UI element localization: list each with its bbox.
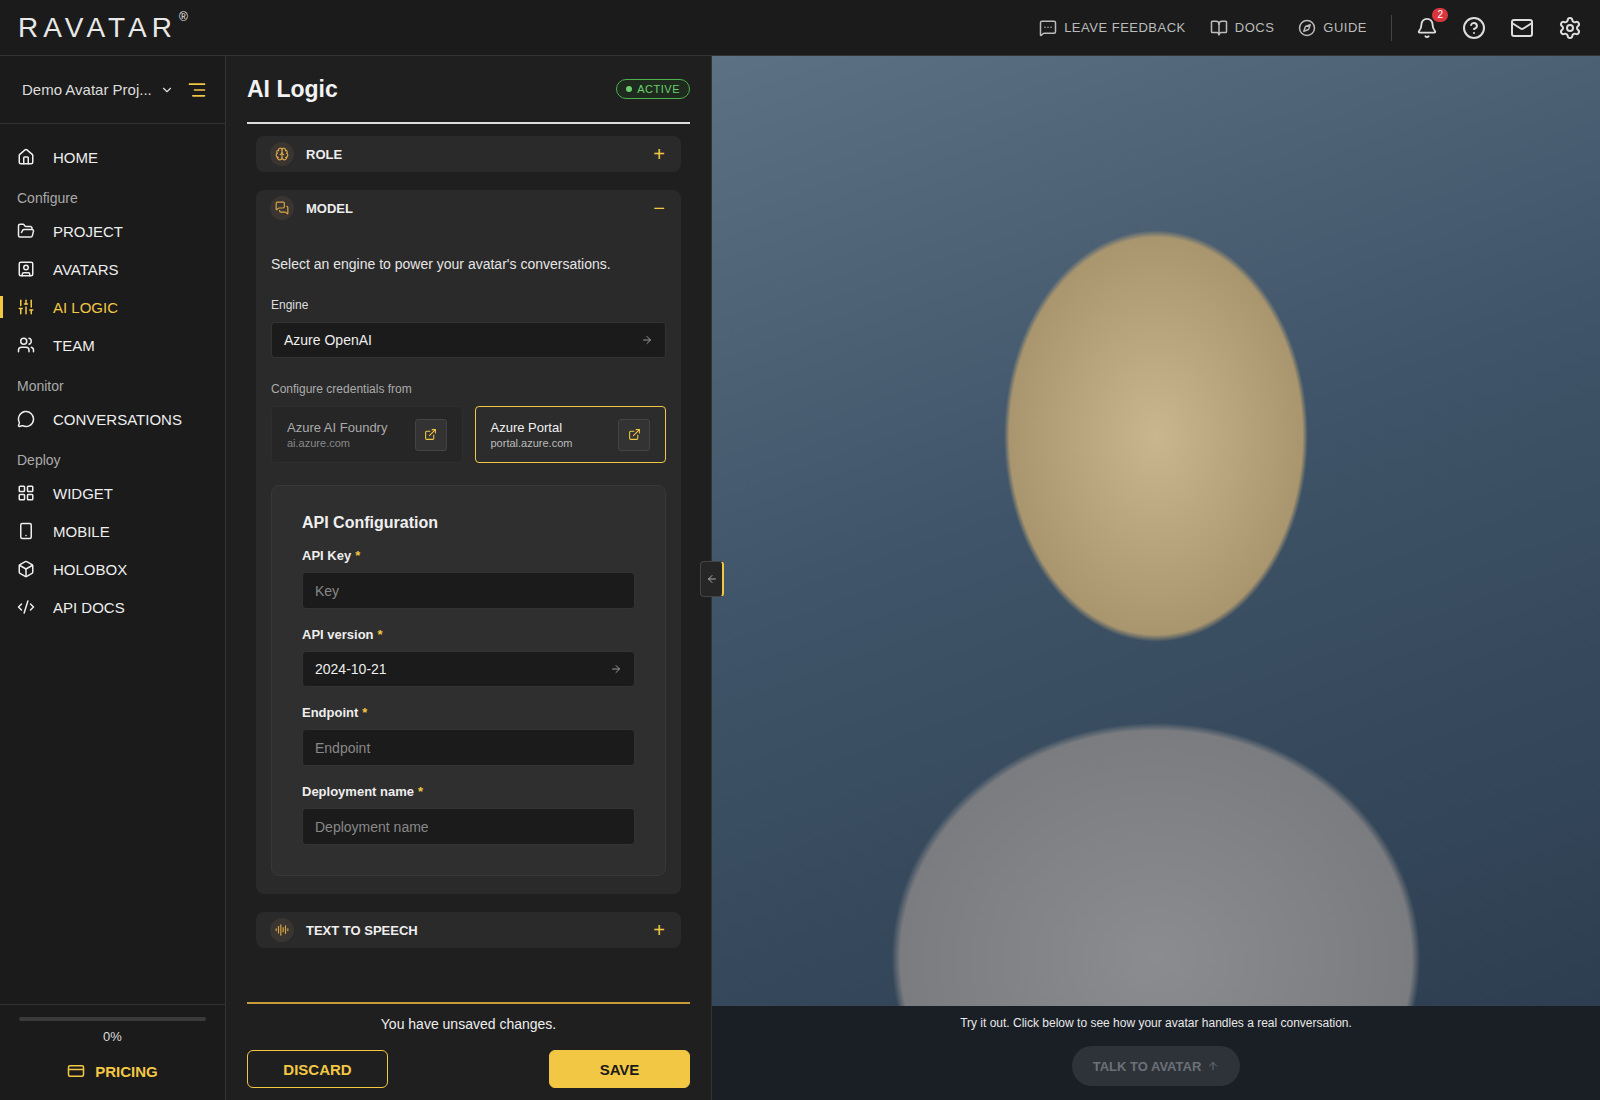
engine-select[interactable]: Azure OpenAI <box>271 322 666 358</box>
home-icon <box>17 148 35 166</box>
sidebar-item[interactable]: MOBILE <box>0 512 225 550</box>
sliders-icon <box>17 298 35 316</box>
arrow-up-icon <box>1207 1060 1219 1072</box>
phone-icon <box>17 522 35 540</box>
field-label: API version* <box>302 627 635 642</box>
sidebar-heading: Deploy <box>0 438 225 474</box>
chat-bubbles-icon <box>275 201 289 215</box>
description: Select an engine to power your avatar's … <box>271 256 666 272</box>
sidebar-item[interactable]: WIDGET <box>0 474 225 512</box>
project-selector[interactable]: Demo Avatar Proj... <box>22 81 174 98</box>
ai-logic-panel: AI Logic ACTIVE ROLE+ MODEL− Select an engin… <box>226 56 712 1100</box>
card-icon <box>67 1062 85 1080</box>
field-label: Engine <box>271 298 666 312</box>
code-icon <box>17 598 35 616</box>
section-header[interactable]: MODEL− <box>256 190 681 226</box>
arrow-right-icon <box>610 663 622 675</box>
section-header[interactable]: TEXT TO SPEECH+ <box>256 912 681 948</box>
menu-icon <box>187 80 207 100</box>
arrow-left-icon <box>706 573 718 585</box>
top-link[interactable]: GUIDE <box>1298 19 1367 37</box>
help-icon <box>1462 16 1486 40</box>
talk-button[interactable]: TALK TO AVATAR <box>1072 1046 1240 1086</box>
section-toggle[interactable]: + <box>653 143 665 166</box>
top-bar: RAVATAR® LEAVE FEEDBACK DOCS GUIDE 2 <box>0 0 1600 56</box>
section-toggle[interactable]: + <box>653 919 665 942</box>
sidebar-heading: Monitor <box>0 364 225 400</box>
discard-button[interactable]: DISCARD <box>247 1050 388 1088</box>
divider <box>1391 15 1392 41</box>
chat-icon <box>17 410 35 428</box>
mail-icon <box>1510 16 1534 40</box>
users-icon <box>17 336 35 354</box>
unsaved-message: You have unsaved changes. <box>381 1016 556 1032</box>
text-input[interactable] <box>302 729 635 766</box>
section-card: TEXT TO SPEECH+ <box>256 912 681 948</box>
user-card-icon <box>17 260 35 278</box>
collapse-handle[interactable] <box>700 561 724 597</box>
credential-source[interactable]: Azure AI Foundryai.azure.com <box>271 406 463 463</box>
external-link-icon <box>424 428 437 441</box>
settings-button[interactable] <box>1558 16 1582 40</box>
mail-button[interactable] <box>1510 16 1534 40</box>
section-header[interactable]: ROLE+ <box>256 136 681 172</box>
progress-bar <box>19 1017 206 1021</box>
text-input[interactable] <box>302 572 635 609</box>
brain-icon <box>275 147 289 161</box>
external-link-icon <box>628 428 641 441</box>
link-icon <box>1039 19 1057 37</box>
grid-icon <box>17 484 35 502</box>
field-label: API Key* <box>302 548 635 563</box>
status-badge: ACTIVE <box>616 79 690 99</box>
sidebar-item[interactable]: API DOCS <box>0 588 225 626</box>
section-card: ROLE+ <box>256 136 681 172</box>
pricing-link[interactable]: PRICING <box>67 1062 158 1080</box>
section-card: MODEL− Select an engine to power your ava… <box>256 190 681 894</box>
sidebar-item[interactable]: HOME <box>0 138 225 176</box>
link-icon <box>1210 19 1228 37</box>
sidebar-item[interactable]: PROJECT <box>0 212 225 250</box>
folder-icon <box>17 222 35 240</box>
sidebar-item[interactable]: AVATARS <box>0 250 225 288</box>
field-label: Configure credentials from <box>271 382 666 396</box>
app: RAVATAR® LEAVE FEEDBACK DOCS GUIDE 2 Demo Ava… <box>0 0 1600 1100</box>
sidebar: Demo Avatar Proj...HOMEConfigurePROJECTA… <box>0 56 226 1100</box>
box-icon <box>17 560 35 578</box>
sidebar-item[interactable]: TEAM <box>0 326 225 364</box>
api-configuration: API ConfigurationAPI Key*API version*202… <box>271 485 666 876</box>
panel-title: AI Logic <box>247 76 338 103</box>
chevron-down-icon <box>160 83 174 97</box>
sidebar-item[interactable]: CONVERSATIONS <box>0 400 225 438</box>
sidebar-heading: Configure <box>0 176 225 212</box>
voice-icon <box>275 923 289 937</box>
top-link[interactable]: LEAVE FEEDBACK <box>1039 19 1186 37</box>
field-label: Deployment name* <box>302 784 635 799</box>
logo[interactable]: RAVATAR® <box>18 12 188 44</box>
gear-icon <box>1558 16 1582 40</box>
top-link[interactable]: DOCS <box>1210 19 1275 37</box>
sidebar-item[interactable]: AI LOGIC <box>0 288 225 326</box>
save-button[interactable]: SAVE <box>549 1050 690 1088</box>
field-label: Endpoint* <box>302 705 635 720</box>
preview-hint: Try it out. Click below to see how your … <box>960 1016 1352 1030</box>
avatar-preview: Try it out. Click below to see how your … <box>712 56 1600 1100</box>
progress-reading: 0% <box>103 1029 122 1044</box>
section-toggle[interactable]: − <box>653 197 665 220</box>
arrow-right-icon <box>641 334 653 346</box>
help-button[interactable] <box>1462 16 1486 40</box>
avatar-photo <box>712 56 1600 1006</box>
link-icon <box>1298 19 1316 37</box>
credential-source[interactable]: Azure Portalportal.azure.com <box>475 406 667 463</box>
notifications-button[interactable]: 2 <box>1416 17 1438 39</box>
version-select[interactable]: 2024-10-21 <box>302 651 635 687</box>
menu-button[interactable] <box>187 80 207 100</box>
sidebar-item[interactable]: HOLOBOX <box>0 550 225 588</box>
text-input[interactable] <box>302 808 635 845</box>
notification-badge: 2 <box>1432 8 1448 22</box>
